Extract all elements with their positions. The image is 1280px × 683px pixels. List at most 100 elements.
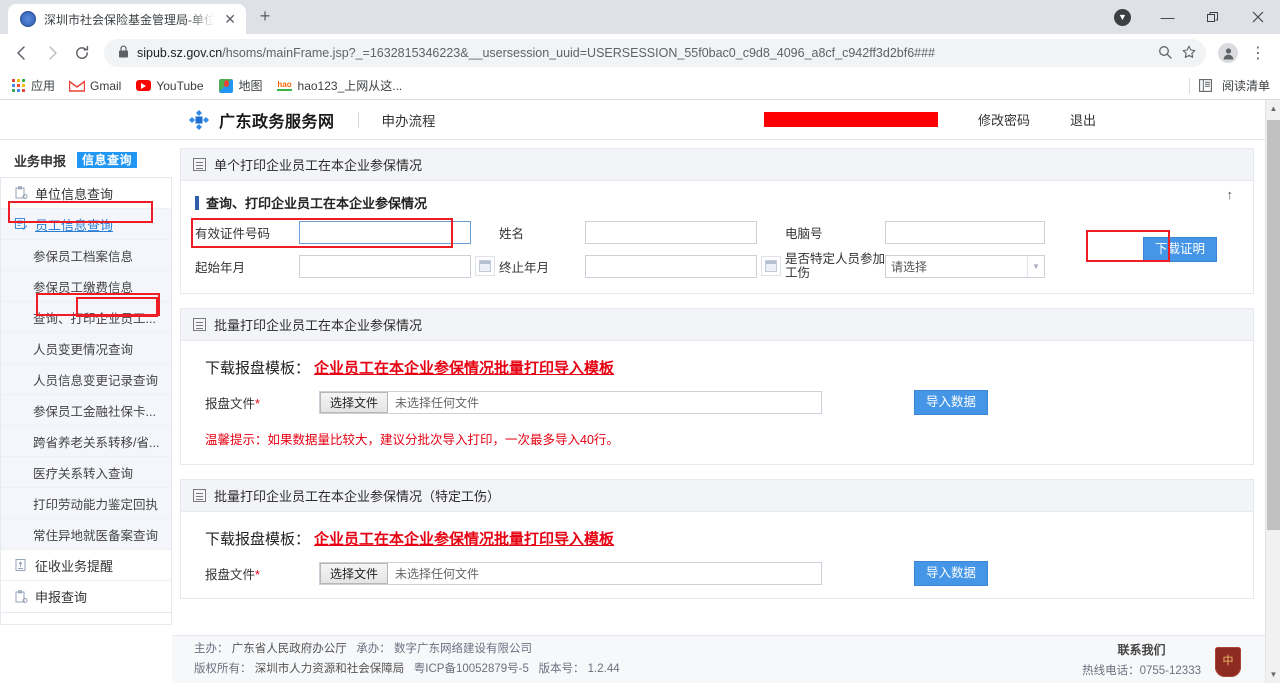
bookmark-hao123[interactable]: hao hao123_上网从这... xyxy=(277,77,403,94)
sidebar-tab-info-query[interactable]: 信息查询 xyxy=(77,152,137,168)
browser-menu-button[interactable]: ⋮ xyxy=(1244,39,1272,67)
site-brand: 广东政务服务网 申办流程 xyxy=(188,108,436,132)
reading-list-label[interactable]: 阅读清单 xyxy=(1222,77,1270,94)
calendar-icon-start[interactable] xyxy=(475,256,495,276)
end-month-input[interactable] xyxy=(585,255,757,278)
tab-title: 深圳市社会保险基金管理局-单位 xyxy=(44,11,214,28)
panel-body: ↑ 查询、打印企业员工在本企业参保情况 有效证件号码 姓名 xyxy=(180,181,1254,294)
name-input[interactable] xyxy=(585,221,757,244)
back-button[interactable] xyxy=(8,39,36,67)
sidebar-item-employee-info[interactable]: 员工信息查询 xyxy=(1,209,171,240)
file-upload-row: 报盘文件* 选择文件 未选择任何文件 导入数据 xyxy=(205,390,1239,415)
forward-button[interactable] xyxy=(38,39,66,67)
bookmark-star-icon[interactable] xyxy=(1182,45,1196,62)
logout-link[interactable]: 退出 xyxy=(1070,110,1096,129)
required-mark: * xyxy=(255,568,260,582)
browser-window: 深圳市社会保险基金管理局-单位 ✕ + ▼ — xyxy=(0,0,1280,683)
sidebar-item-query-print-employee[interactable]: 查询、打印企业员工... xyxy=(1,302,171,333)
new-tab-button[interactable]: + xyxy=(252,3,278,29)
sidebar-item-label: 人员信息变更记录查询 xyxy=(33,370,158,389)
sidebar-item-financial-card[interactable]: 参保员工金融社保卡... xyxy=(1,395,171,426)
file-input[interactable]: 选择文件 未选择任何文件 xyxy=(319,391,822,414)
download-certificate-button[interactable]: 下载证明 xyxy=(1143,237,1217,262)
sidebar-item-partial[interactable] xyxy=(1,613,171,625)
bookmark-maps[interactable]: 地图 xyxy=(218,77,263,94)
address-bar[interactable]: sipub.sz.gov.cn/hsoms/mainFrame.jsp?_=16… xyxy=(104,39,1206,67)
browser-tab[interactable]: 深圳市社会保险基金管理局-单位 ✕ xyxy=(8,4,246,34)
section-title: 查询、打印企业员工在本企业参保情况 xyxy=(195,193,1239,212)
bookmark-youtube[interactable]: YouTube xyxy=(135,78,203,94)
site-header: 广东政务服务网 申办流程 修改密码 退出 xyxy=(0,100,1280,140)
document-icon xyxy=(193,489,206,502)
scrollbar-thumb[interactable] xyxy=(1267,120,1280,530)
scroll-down-arrow[interactable]: ▼ xyxy=(1266,666,1280,683)
tab-favicon xyxy=(20,11,36,27)
sidebar-item-label: 医疗关系转入查询 xyxy=(33,463,133,482)
panel-title: 单个打印企业员工在本企业参保情况 xyxy=(214,155,422,174)
id-number-input[interactable] xyxy=(299,221,471,244)
maximize-button[interactable] xyxy=(1190,0,1235,34)
omnibox-actions xyxy=(1158,45,1200,62)
sidebar-item-labor-ability[interactable]: 打印劳动能力鉴定回执 xyxy=(1,488,171,519)
brand-name: 广东政务服务网 xyxy=(219,108,335,132)
sidebar-item-archive-info[interactable]: 参保员工档案信息 xyxy=(1,240,171,271)
sidebar-tabs: 业务申报 信息查询 xyxy=(0,144,172,177)
bookmark-gmail[interactable]: Gmail xyxy=(69,78,121,94)
footer-host-label: 主办： xyxy=(194,643,229,655)
change-password-link[interactable]: 修改密码 xyxy=(978,110,1030,129)
footer-version: 1.2.44 xyxy=(588,663,620,675)
computer-no-input[interactable] xyxy=(885,221,1045,244)
close-tab-icon[interactable]: ✕ xyxy=(222,12,238,26)
sidebar-item-declaration-query[interactable]: 申报查询 xyxy=(1,581,171,612)
url-host: sipub.sz.gov.cn xyxy=(137,46,222,60)
page-scrollbar[interactable]: ▲ ▼ xyxy=(1265,100,1280,683)
chevron-down-icon: ▼ xyxy=(1027,256,1044,277)
panel-batch-print: 批量打印企业员工在本企业参保情况 下载报盘模板： 企业员工在本企业参保情况批量打… xyxy=(180,308,1254,465)
sidebar-item-personnel-change[interactable]: 人员变更情况查询 xyxy=(1,333,171,364)
reload-button[interactable] xyxy=(68,39,96,67)
downloads-indicator[interactable]: ▼ xyxy=(1100,0,1145,34)
template-download-link[interactable]: 企业员工在本企业参保情况批量打印导入模板 xyxy=(314,357,614,378)
collapse-icon[interactable]: ↑ xyxy=(1227,187,1234,202)
special-injury-select[interactable]: 请选择 ▼ xyxy=(885,255,1045,278)
bookmark-apps[interactable]: 应用 xyxy=(10,77,55,94)
clipboard-icon xyxy=(14,622,28,626)
choose-file-button[interactable]: 选择文件 xyxy=(320,392,388,413)
zoom-search-icon[interactable] xyxy=(1158,45,1172,62)
scroll-up-arrow[interactable]: ▲ xyxy=(1266,100,1280,117)
import-data-button[interactable]: 导入数据 xyxy=(914,561,988,586)
id-number-label: 有效证件号码 xyxy=(195,223,299,242)
sidebar-item-pension-transfer[interactable]: 跨省养老关系转移/省... xyxy=(1,426,171,457)
sidebar-item-collection-reminder[interactable]: 征收业务提醒 xyxy=(1,550,171,581)
sidebar-item-remote-medical[interactable]: 常住异地就医备案查询 xyxy=(1,519,171,550)
start-calendar-cell xyxy=(471,256,499,276)
computer-no-label: 电脑号 xyxy=(785,223,885,242)
minimize-button[interactable]: — xyxy=(1145,0,1190,34)
choose-file-button[interactable]: 选择文件 xyxy=(320,563,388,584)
start-month-input[interactable] xyxy=(299,255,471,278)
import-data-button[interactable]: 导入数据 xyxy=(914,390,988,415)
end-calendar-cell xyxy=(757,256,785,276)
sidebar-item-medical-transfer[interactable]: 医疗关系转入查询 xyxy=(1,457,171,488)
file-input[interactable]: 选择文件 未选择任何文件 xyxy=(319,562,822,585)
name-label: 姓名 xyxy=(499,223,585,242)
panel-single-print: 单个打印企业员工在本企业参保情况 ↑ 查询、打印企业员工在本企业参保情况 有效证… xyxy=(180,148,1254,294)
close-window-button[interactable] xyxy=(1235,0,1280,34)
file-field-label: 报盘文件* xyxy=(205,393,319,412)
lock-icon xyxy=(118,45,129,61)
sidebar-tab-info-query-wrap: 信息查询 xyxy=(76,150,138,170)
profile-avatar[interactable] xyxy=(1214,39,1242,67)
computer-no-input-cell xyxy=(885,221,1045,244)
reading-list-icon xyxy=(1198,78,1214,94)
sidebar-item-change-record[interactable]: 人员信息变更记录查询 xyxy=(1,364,171,395)
sidebar-item-unit-info[interactable]: 单位信息查询 xyxy=(1,178,171,209)
sidebar-item-label: 人员变更情况查询 xyxy=(33,339,133,358)
sidebar-tab-business[interactable]: 业务申报 xyxy=(14,151,66,170)
panel-title: 批量打印企业员工在本企业参保情况 xyxy=(214,315,422,334)
template-download-link[interactable]: 企业员工在本企业参保情况批量打印导入模板 xyxy=(314,528,614,549)
calendar-icon-end[interactable] xyxy=(761,256,781,276)
sidebar-item-payment-info[interactable]: 参保员工缴费信息 xyxy=(1,271,171,302)
police-seal-icon[interactable] xyxy=(1215,647,1241,677)
sidebar: 业务申报 信息查询 单位信息查询 xyxy=(0,140,172,683)
end-month-label: 终止年月 xyxy=(499,257,585,276)
